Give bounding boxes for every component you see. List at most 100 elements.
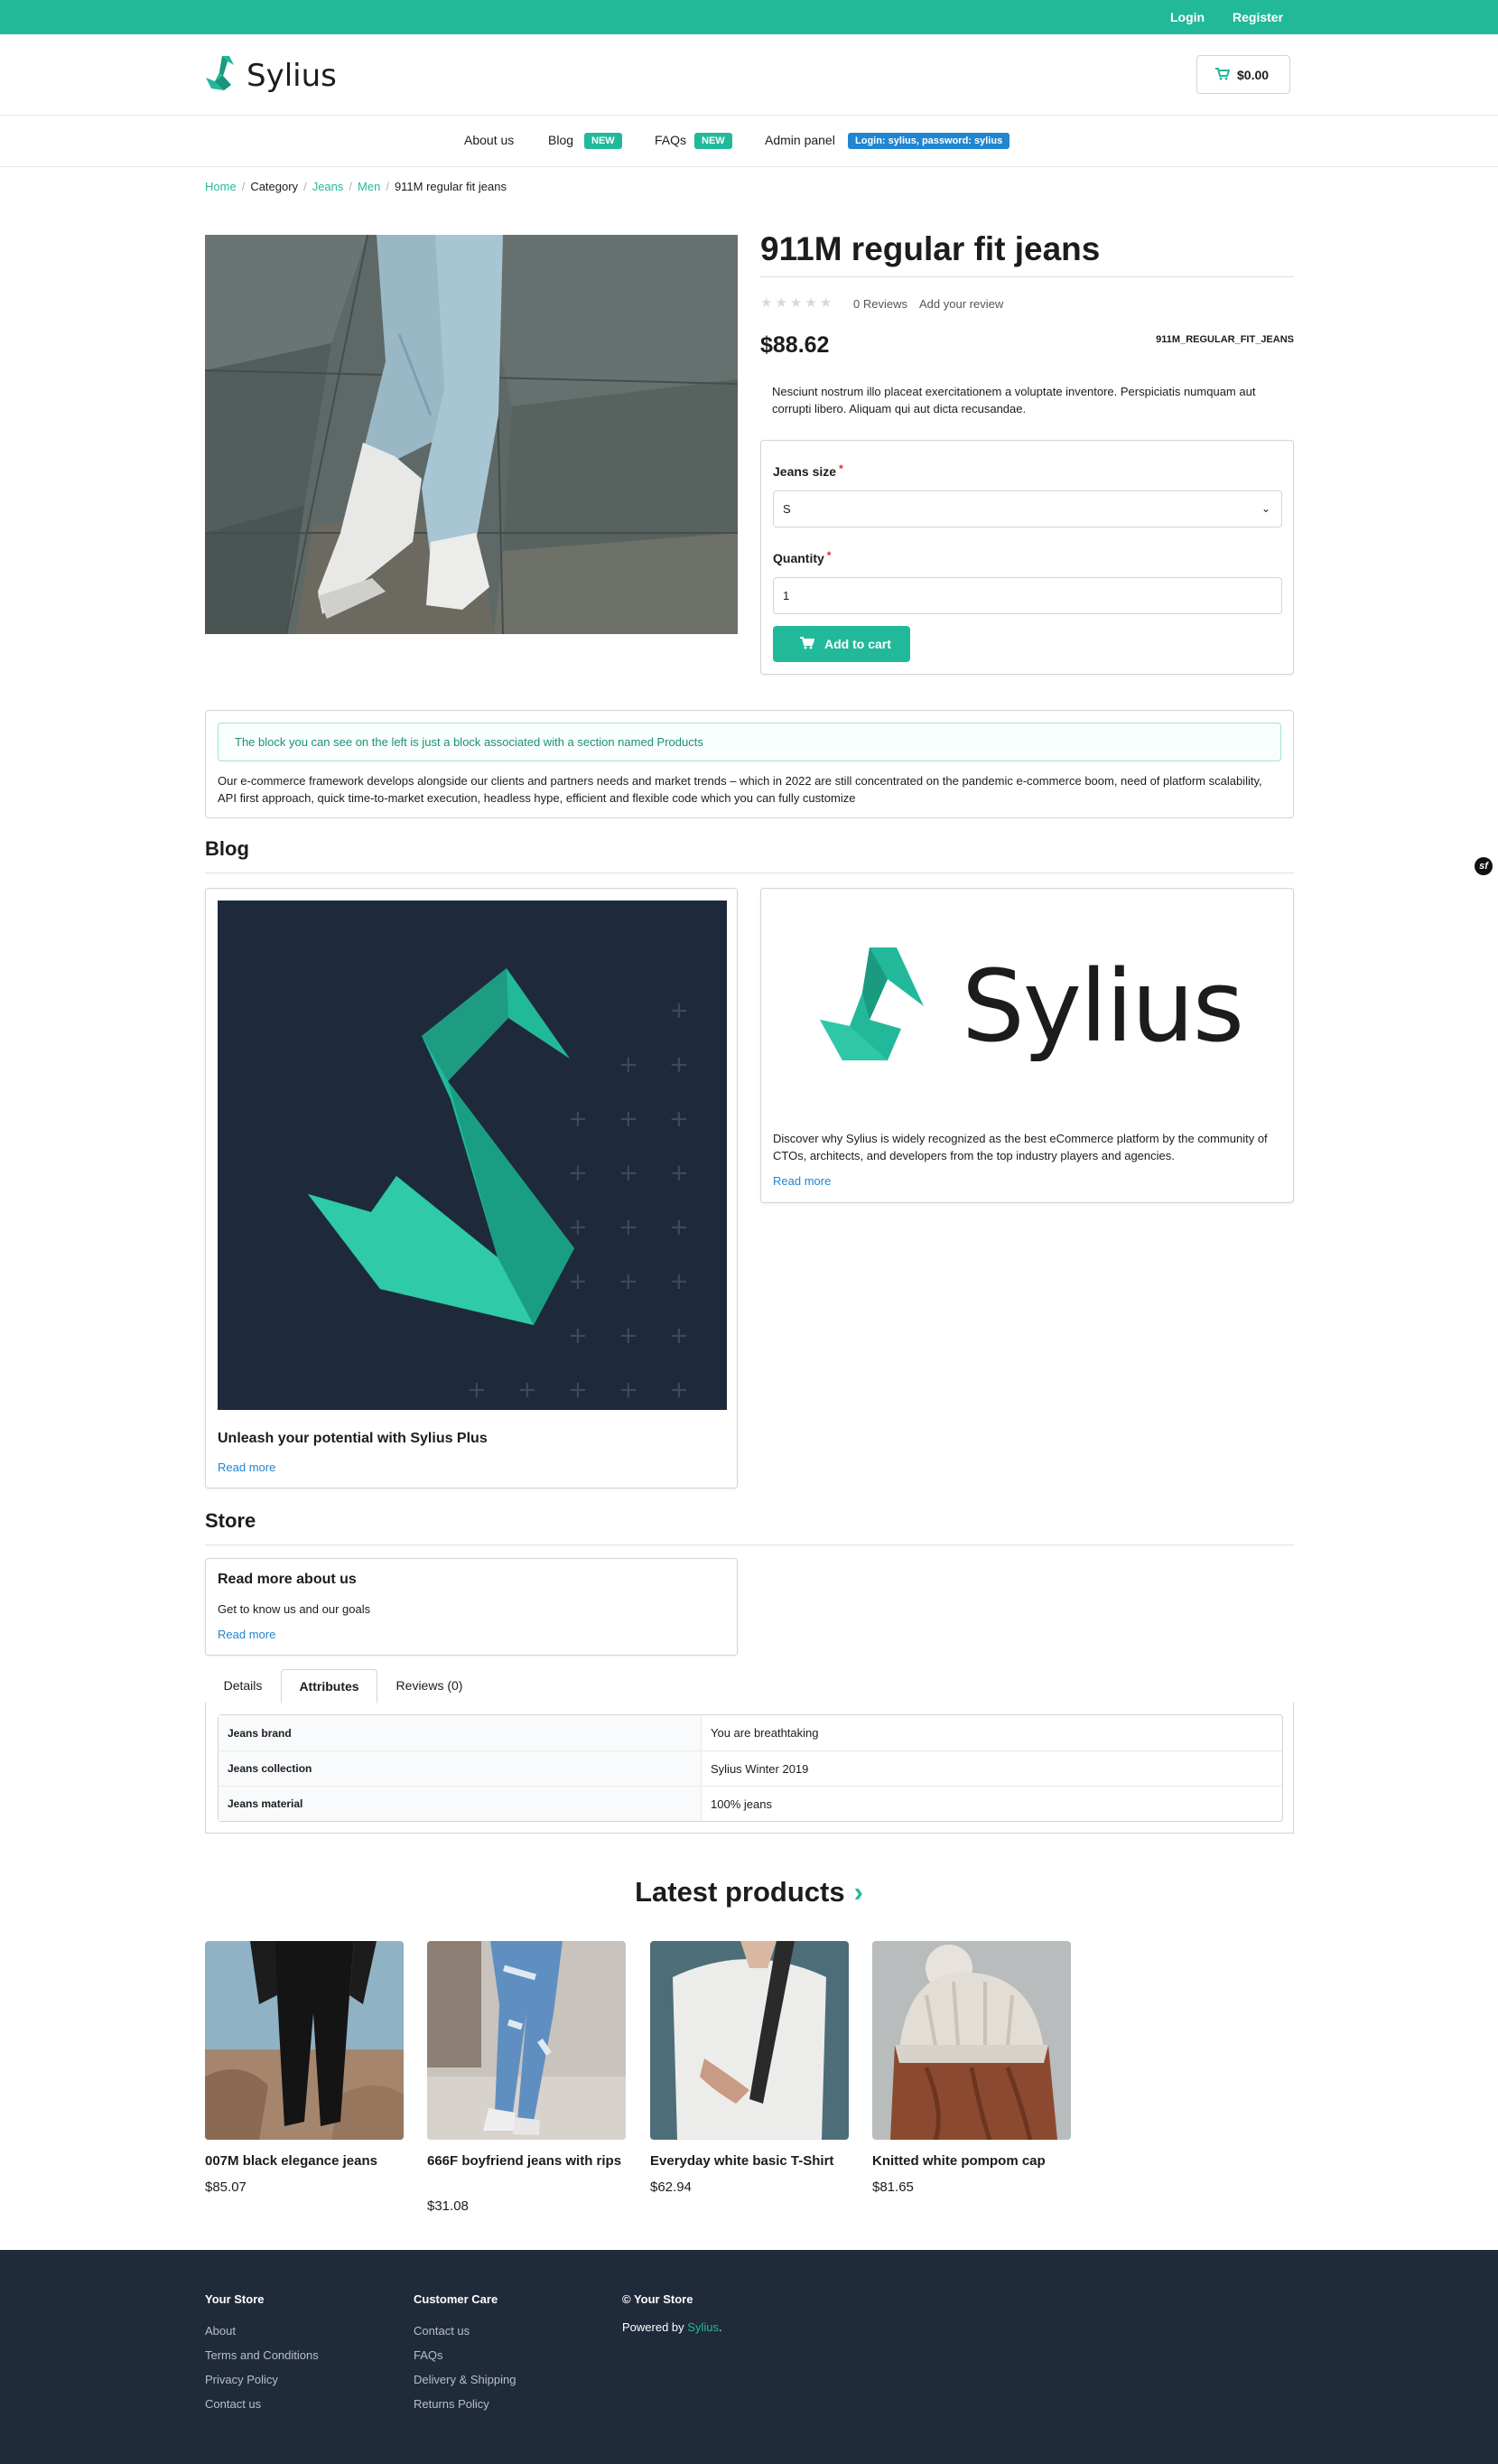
svg-text:+: + xyxy=(669,1268,689,1295)
breadcrumb-men[interactable]: Men xyxy=(358,180,380,193)
svg-text:+: + xyxy=(619,1051,638,1078)
sylius-logo-icon xyxy=(820,947,924,1060)
store-card-title[interactable]: Read more about us xyxy=(218,1572,357,1588)
footer-link-privacy[interactable]: Privacy Policy xyxy=(205,2373,278,2386)
quantity-input[interactable]: 1 xyxy=(773,577,1282,614)
store-card[interactable]: Read more about us Get to know us and ou… xyxy=(205,1558,738,1656)
chevron-down-icon: ⌄ xyxy=(1261,502,1270,515)
product-name[interactable]: Everyday white basic T-Shirt xyxy=(650,2152,849,2170)
svg-text:+: + xyxy=(568,1268,588,1295)
symfony-icon[interactable]: sf xyxy=(1475,857,1493,875)
attribute-name: Jeans brand xyxy=(219,1715,702,1750)
menu-item-admin[interactable]: Admin panel xyxy=(765,133,835,147)
svg-text:+: + xyxy=(619,1268,638,1295)
login-link[interactable]: Login xyxy=(1170,10,1205,24)
info-message: The block you can see on the left is jus… xyxy=(218,723,1281,761)
tab-reviews[interactable]: Reviews (0) xyxy=(377,1669,481,1703)
attribute-value: 100% jeans xyxy=(702,1786,1282,1821)
product-sku: 911M_REGULAR_FIT_JEANS xyxy=(1156,334,1294,345)
menu-item-faqs[interactable]: FAQs xyxy=(655,133,686,147)
sylius-swan-illustration: + + + + + + + + + + + + + + + + + + + + + + + xyxy=(308,968,689,1404)
add-to-cart-form: Jeans size * S ⌄ Quantity * 1 Add to cart xyxy=(760,440,1294,675)
product-name[interactable]: 007M black elegance jeans xyxy=(205,2152,404,2170)
table-row: Jeans collection Sylius Winter 2019 xyxy=(219,1750,1282,1786)
white-tshirt-photo xyxy=(650,1941,849,2140)
blog-post-card[interactable]: + + + + + + + + + + + + + + + + + + + + + + + Unleash y… xyxy=(205,888,738,1489)
product-price: $62.94 xyxy=(650,2179,692,2195)
product-image[interactable] xyxy=(427,1941,626,2140)
footer-link-terms[interactable]: Terms and Conditions xyxy=(205,2348,319,2362)
product-image[interactable] xyxy=(650,1941,849,2140)
sylius-swan-icon xyxy=(206,56,234,90)
read-more-link[interactable]: Read more xyxy=(218,1461,275,1474)
read-more-link[interactable]: Read more xyxy=(773,1174,831,1188)
product-main-image[interactable] xyxy=(205,235,738,634)
powered-by-prefix: Powered by xyxy=(622,2320,684,2334)
attribute-value: Sylius Winter 2019 xyxy=(702,1750,1282,1786)
footer-link-about[interactable]: About xyxy=(205,2324,236,2338)
blog-post-text: Discover why Sylius is widely recognized… xyxy=(773,1132,1268,1162)
latest-products-arrow[interactable]: › xyxy=(854,1876,863,1908)
svg-text:+: + xyxy=(619,1322,638,1349)
blog-post-card[interactable]: Sylius Discover why Sylius is widely rec… xyxy=(760,888,1294,1203)
product-name[interactable]: Knitted white pompom cap xyxy=(872,2152,1071,2170)
product-image[interactable] xyxy=(205,1941,404,2140)
product-image[interactable] xyxy=(872,1941,1071,2140)
site-header: Sylius $0.00 xyxy=(0,34,1498,116)
jeans-size-label: Jeans size * xyxy=(773,462,843,479)
site-footer: Your Store About Terms and Conditions Pr… xyxy=(0,2250,1498,2464)
product-name[interactable]: 666F boyfriend jeans with rips xyxy=(427,2152,626,2170)
attribute-name: Jeans collection xyxy=(219,1750,702,1786)
logo[interactable]: Sylius xyxy=(204,54,340,99)
required-marker: * xyxy=(826,549,832,562)
required-marker: * xyxy=(839,462,843,475)
ripped-jeans-photo xyxy=(427,1941,626,2140)
breadcrumb-separator: / xyxy=(303,180,307,193)
store-card-text: Get to know us and our goals xyxy=(218,1602,371,1616)
jeans-size-select[interactable]: S ⌄ xyxy=(773,490,1282,527)
menu-item-about[interactable]: About us xyxy=(464,133,514,147)
jeans-size-label-text: Jeans size xyxy=(773,464,837,479)
svg-text:+: + xyxy=(669,1377,689,1404)
blog-post-title[interactable]: Unleash your potential with Sylius Plus xyxy=(218,1431,488,1447)
register-link[interactable]: Register xyxy=(1233,10,1283,24)
info-text: Our e-commerce framework develops alongs… xyxy=(218,774,1262,805)
sylius-link[interactable]: Sylius xyxy=(687,2320,719,2334)
footer-link-delivery[interactable]: Delivery & Shipping xyxy=(414,2373,516,2386)
product-price: $88.62 xyxy=(760,332,830,358)
logo-text: Sylius xyxy=(247,58,337,94)
footer-link-contact[interactable]: Contact us xyxy=(205,2397,261,2411)
tab-details[interactable]: Details xyxy=(205,1669,281,1703)
main-menu: About us Blog NEW FAQs NEW Admin panel L… xyxy=(0,116,1498,167)
add-to-cart-button[interactable]: Add to cart xyxy=(773,626,910,662)
store-heading: Store xyxy=(205,1509,256,1532)
breadcrumb-home[interactable]: Home xyxy=(205,180,237,193)
blog-heading: Blog xyxy=(205,837,249,860)
powered-by: Powered by Sylius. xyxy=(622,2320,722,2334)
svg-text:+: + xyxy=(568,1322,588,1349)
menu-item-blog[interactable]: Blog xyxy=(548,133,573,147)
footer-copyright: © Your Store xyxy=(622,2292,693,2306)
footer-customer-care-heading: Customer Care xyxy=(414,2292,498,2306)
svg-text:+: + xyxy=(669,1051,689,1078)
breadcrumb-jeans[interactable]: Jeans xyxy=(312,180,344,193)
tab-attributes[interactable]: Attributes xyxy=(281,1669,377,1703)
sylius-logo-text: Sylius xyxy=(962,948,1244,1064)
cart-icon xyxy=(800,637,814,649)
add-review-link[interactable]: Add your review xyxy=(919,297,1003,311)
pompom-cap-photo xyxy=(872,1941,1071,2140)
black-jeans-photo xyxy=(205,1941,404,2140)
jeans-size-value: S xyxy=(783,502,791,516)
svg-text:+: + xyxy=(619,1160,638,1187)
footer-link-faqs[interactable]: FAQs xyxy=(414,2348,443,2362)
footer-link-contact-us[interactable]: Contact us xyxy=(414,2324,470,2338)
read-more-link[interactable]: Read more xyxy=(218,1628,275,1641)
cart-icon xyxy=(1215,68,1230,80)
cart-button[interactable]: $0.00 xyxy=(1196,55,1290,94)
attributes-table: Jeans brand You are breathtaking Jeans co… xyxy=(218,1714,1283,1822)
footer-link-returns[interactable]: Returns Policy xyxy=(414,2397,489,2411)
products-section-block: The block you can see on the left is jus… xyxy=(205,710,1294,818)
breadcrumb-category: Category xyxy=(250,180,299,193)
blog-new-badge: NEW xyxy=(584,133,622,149)
svg-text:+: + xyxy=(619,1377,638,1404)
